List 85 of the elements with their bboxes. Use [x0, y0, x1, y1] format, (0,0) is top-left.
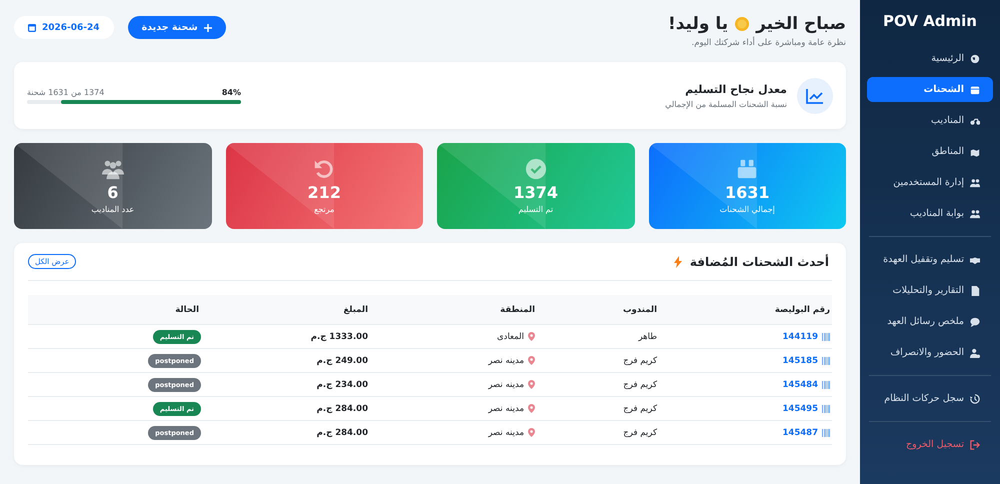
users-icon [970, 208, 980, 218]
stat-value: 212 [308, 183, 341, 202]
column-header: المبلغ [342, 304, 369, 314]
pin-icon [528, 356, 535, 365]
user-icon [970, 348, 980, 358]
column-header: رقم البوليصة [774, 304, 831, 314]
sidebar-item[interactable]: تسجيل الخروج [867, 432, 993, 457]
table-cell-text: كريم فرج [622, 428, 658, 438]
new-shipment-button[interactable]: شحنة جديدة [128, 16, 226, 39]
table-cell-text: 284.00 ج.م [316, 404, 369, 414]
waybill-link[interactable]: 144119 [782, 332, 818, 342]
table-cell-text: كريم فرج [622, 380, 658, 390]
pin-icon [528, 380, 535, 389]
app-title: POV Admin [883, 12, 977, 30]
stat-value: 1374 [513, 183, 558, 202]
column-header: المنطقة [499, 304, 536, 314]
plus-icon [204, 24, 212, 32]
barcode-icon [822, 380, 830, 388]
table-cell: مدينه نصر [488, 404, 524, 414]
user-name: يا وليد! [668, 14, 728, 34]
check-circle-icon [524, 158, 547, 180]
sidebar-item[interactable]: بوابة المناديب [867, 201, 993, 226]
calendar-icon [28, 23, 36, 32]
logout-icon [970, 440, 980, 450]
users-icon [970, 178, 980, 188]
pin-icon [528, 428, 535, 437]
document-icon [970, 286, 980, 296]
percent-value: 84% [222, 88, 241, 96]
map-icon [970, 146, 980, 156]
sidebar-item[interactable]: ملخص رسائل العهد [867, 309, 993, 334]
table-cell-text: طاهر [637, 332, 658, 342]
table-cell-text: 1333.00 ج.م [310, 332, 369, 342]
pin-icon [528, 404, 535, 413]
table-cell-text: كريم فرج [622, 404, 658, 414]
sidebar-item[interactable]: المناطق [867, 139, 993, 164]
sidebar-item[interactable]: الحضور والانصراف [867, 340, 993, 365]
barcode-icon [822, 404, 830, 412]
undo-icon [313, 158, 336, 180]
sidebar-item[interactable]: سجل حركات النظام [867, 386, 993, 411]
table-cell: المعادى [497, 332, 524, 342]
sidebar-item[interactable]: الشحنات [867, 77, 993, 102]
table-cell-text: 234.00 ج.م [316, 380, 369, 390]
stat-value: 1631 [724, 183, 770, 202]
history-icon [970, 394, 980, 404]
waybill-link[interactable]: 145495 [782, 404, 818, 414]
stat-label: تم التسليم [518, 205, 554, 214]
sun-icon [734, 16, 750, 32]
sidebar-item[interactable]: تسليم وتقفيل العهدة [867, 247, 993, 272]
waybill-link[interactable]: 145484 [782, 380, 818, 390]
box-icon [970, 84, 980, 94]
progress-detail: 1374 من 1631 شحنة [27, 88, 104, 96]
table-cell: مدينه نصر [488, 428, 524, 438]
date-button[interactable]: 2026-06-24 [14, 16, 114, 39]
card-subtitle: نسبة الشحنات المسلمة من الإجمالي [665, 100, 787, 108]
table-cell-text: كريم فرج [622, 356, 658, 366]
chat-icon [970, 316, 980, 326]
waybill-link[interactable]: 145487 [782, 428, 818, 438]
bolt-icon [674, 256, 682, 268]
table-cell: مدينه نصر [488, 380, 524, 390]
page-subtitle: نظرة عامة ومباشرة على أداء شركتك اليوم. [690, 38, 846, 48]
sidebar-item[interactable]: إدارة المستخدمين [867, 170, 993, 195]
pin-icon [528, 332, 535, 341]
barcode-icon [822, 332, 830, 340]
sidebar-item[interactable]: المناديب [867, 108, 993, 133]
table-cell-text: 249.00 ج.م [316, 356, 369, 366]
waybill-link[interactable]: 145185 [782, 356, 818, 366]
section-title: أحدث الشحنات المُضافة [690, 254, 829, 268]
table-cell: مدينه نصر [488, 356, 524, 366]
sidebar-item[interactable]: الرئيسية [867, 46, 993, 71]
table-cell-text: 284.00 ج.م [316, 428, 369, 438]
sidebar-item[interactable]: التقارير والتحليلات [867, 278, 993, 303]
stat-label: عدد المناديب [91, 205, 134, 214]
barcode-icon [822, 428, 830, 436]
column-header: الحالة [174, 304, 200, 314]
stat-label: مرتجع [314, 205, 334, 214]
stat-value: 6 [107, 183, 118, 202]
globe-icon [970, 54, 980, 64]
card-title: معدل نجاح التسليم [684, 82, 787, 96]
stat-label: إجمالي الشحنات [720, 205, 775, 214]
greeting: صباح الخير [756, 14, 846, 34]
box-icon [736, 158, 758, 180]
chart-line-icon [806, 88, 824, 104]
column-header: المندوب [622, 304, 658, 314]
users-icon [102, 158, 124, 180]
barcode-icon [822, 356, 830, 364]
